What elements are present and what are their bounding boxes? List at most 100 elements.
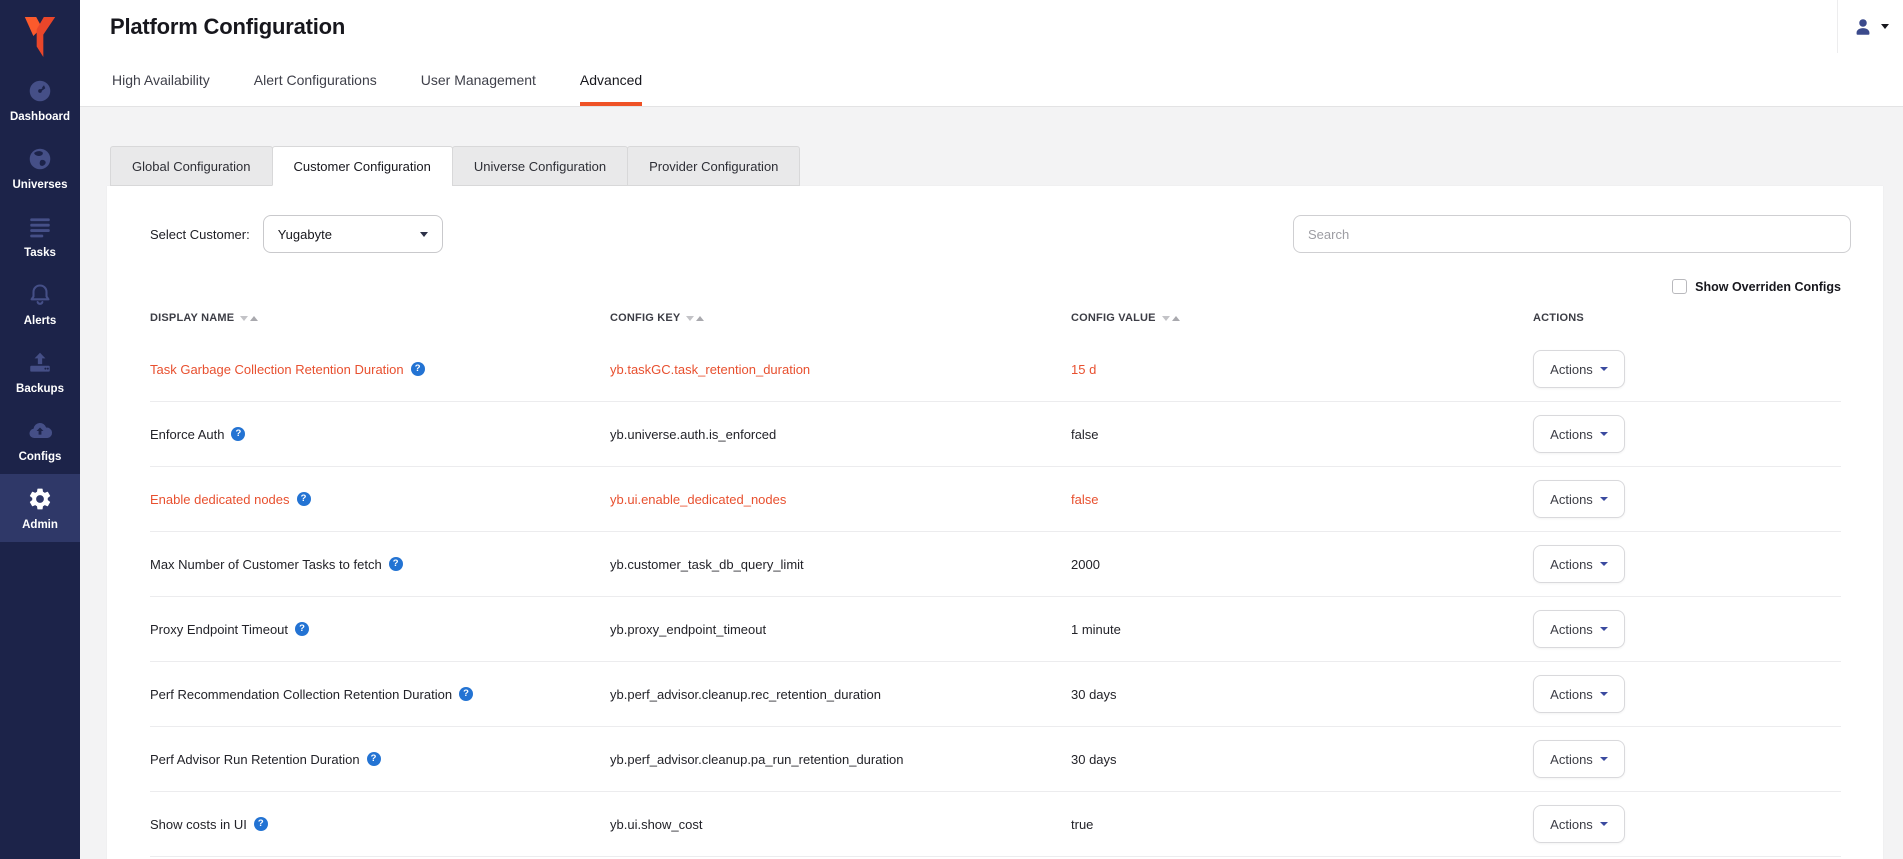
table-row: Perf Advisor Run Retention Duration yb.p… (150, 727, 1841, 792)
config-value: 2000 (1071, 556, 1100, 572)
sidebar-item-configs[interactable]: Configs (0, 406, 80, 474)
actions-button-label: Actions (1550, 816, 1593, 832)
tab-high-availability[interactable]: High Availability (112, 53, 210, 106)
alerts-bell-icon (30, 284, 50, 305)
tab-label: Advanced (579, 71, 643, 88)
config-display-name: Enforce Auth (150, 426, 225, 442)
dashboard-gauge-icon (29, 80, 51, 102)
row-actions-button[interactable]: Actions (1533, 610, 1625, 648)
config-value: false (1071, 426, 1099, 442)
config-key: yb.customer_task_db_query_limit (610, 556, 804, 572)
page-title: Platform Configuration (110, 13, 346, 39)
tab-label: High Availability (112, 71, 210, 88)
caret-down-icon (1599, 432, 1608, 436)
actions-button-label: Actions (1550, 361, 1593, 377)
column-config-key[interactable]: CONFIG KEY (610, 312, 1071, 324)
top-header: Platform Configuration (80, 0, 1903, 53)
user-menu-button[interactable] (1837, 0, 1903, 53)
table-header: DISPLAY NAME CONFIG KEY CONFIG VALUE ACT… (150, 307, 1841, 329)
config-display-name: Perf Advisor Run Retention Duration (150, 751, 360, 767)
row-actions-button[interactable]: Actions (1533, 675, 1625, 713)
sort-icon[interactable] (240, 315, 259, 321)
help-icon[interactable] (410, 362, 425, 376)
show-overridden-label[interactable]: Show Overriden Configs (1695, 280, 1841, 294)
subtab-label: Universe Configuration (473, 158, 607, 174)
sort-desc-icon (240, 315, 249, 321)
subtab-customer-configuration[interactable]: Customer Configuration (271, 146, 453, 186)
help-icon[interactable] (388, 557, 403, 571)
caret-down-icon (1599, 562, 1608, 566)
row-actions-button[interactable]: Actions (1533, 805, 1625, 843)
sidebar-item-admin[interactable]: Admin (0, 474, 80, 542)
sidebar-item-label: Tasks (24, 247, 56, 259)
column-display-name[interactable]: DISPLAY NAME (150, 312, 610, 324)
config-display-name: Task Garbage Collection Retention Durati… (150, 361, 404, 377)
caret-down-icon (1599, 822, 1608, 826)
sort-asc-icon (250, 315, 259, 321)
table-row: Perf Recommendation Collection Retention… (150, 662, 1841, 727)
sidebar-item-label: Dashboard (9, 111, 71, 123)
main-area: Platform Configuration High Availability… (80, 0, 1903, 859)
subtab-global-configuration[interactable]: Global Configuration (110, 146, 273, 186)
config-key: yb.universe.auth.is_enforced (610, 426, 777, 442)
help-icon[interactable] (459, 687, 474, 701)
sidebar-item-alerts[interactable]: Alerts (0, 270, 80, 338)
help-icon[interactable] (366, 752, 381, 766)
row-actions-button[interactable]: Actions (1533, 415, 1625, 453)
subtab-provider-configuration[interactable]: Provider Configuration (627, 146, 801, 186)
backups-upload-icon (30, 352, 50, 372)
sort-icon[interactable] (1161, 315, 1180, 321)
actions-button-label: Actions (1550, 621, 1593, 637)
sort-icon[interactable] (686, 315, 705, 321)
row-actions-button[interactable]: Actions (1533, 545, 1625, 583)
config-display-name: Max Number of Customer Tasks to fetch (150, 556, 382, 572)
platform-config-tabs: High Availability Alert Configurations U… (80, 53, 1903, 107)
column-label: CONFIG KEY (610, 312, 681, 324)
config-key: yb.taskGC.task_retention_duration (610, 361, 811, 377)
sidebar-item-tasks[interactable]: Tasks (0, 202, 80, 270)
sidebar-item-universes[interactable]: Universes (0, 134, 80, 202)
config-value: false (1071, 491, 1099, 507)
table-row: Max Number of Customer Tasks to fetch yb… (150, 532, 1841, 597)
actions-button-label: Actions (1550, 556, 1593, 572)
help-icon[interactable] (296, 492, 311, 506)
subtab-label: Provider Configuration (649, 158, 779, 174)
config-key: yb.perf_advisor.cleanup.rec_retention_du… (610, 686, 882, 702)
tab-advanced[interactable]: Advanced (579, 53, 643, 106)
caret-down-icon (1599, 367, 1608, 371)
row-actions-button[interactable]: Actions (1533, 740, 1625, 778)
actions-button-label: Actions (1550, 751, 1593, 767)
yugabyte-logo[interactable] (21, 8, 59, 66)
config-value: true (1071, 816, 1094, 832)
help-icon[interactable] (253, 817, 268, 831)
tab-user-management[interactable]: User Management (421, 53, 536, 106)
column-config-value[interactable]: CONFIG VALUE (1071, 312, 1533, 324)
customer-select[interactable]: Yugabyte (262, 215, 443, 253)
show-overridden-checkbox[interactable] (1672, 279, 1688, 294)
config-display-name: Enable dedicated nodes (150, 491, 290, 507)
sidebar-item-backups[interactable]: Backups (0, 338, 80, 406)
tab-alert-configurations[interactable]: Alert Configurations (254, 53, 377, 106)
advanced-content: Global Configuration Customer Configurat… (80, 107, 1903, 859)
help-icon[interactable] (231, 427, 246, 441)
sidebar-item-label: Configs (18, 451, 62, 463)
actions-button-label: Actions (1550, 426, 1593, 442)
config-key: yb.ui.enable_dedicated_nodes (610, 491, 787, 507)
row-actions-button[interactable]: Actions (1533, 350, 1625, 388)
row-actions-button[interactable]: Actions (1533, 480, 1625, 518)
sort-asc-icon (1171, 315, 1180, 321)
customer-select-value: Yugabyte (277, 226, 332, 242)
help-icon[interactable] (295, 622, 310, 636)
tab-label: User Management (420, 71, 536, 88)
yugabyte-logo-icon (24, 17, 56, 57)
configuration-scope-tabs: Global Configuration Customer Configurat… (110, 146, 1883, 186)
table-row: Show costs in UI yb.ui.show_cost true Ac… (150, 792, 1841, 857)
tasks-list-icon (30, 218, 50, 238)
caret-down-icon (1599, 627, 1608, 631)
sort-desc-icon (686, 315, 695, 321)
search-input[interactable] (1293, 215, 1851, 253)
subtab-universe-configuration[interactable]: Universe Configuration (451, 146, 629, 186)
config-value: 30 days (1071, 686, 1117, 702)
column-label: CONFIG VALUE (1071, 312, 1156, 324)
sidebar-item-dashboard[interactable]: Dashboard (0, 66, 80, 134)
